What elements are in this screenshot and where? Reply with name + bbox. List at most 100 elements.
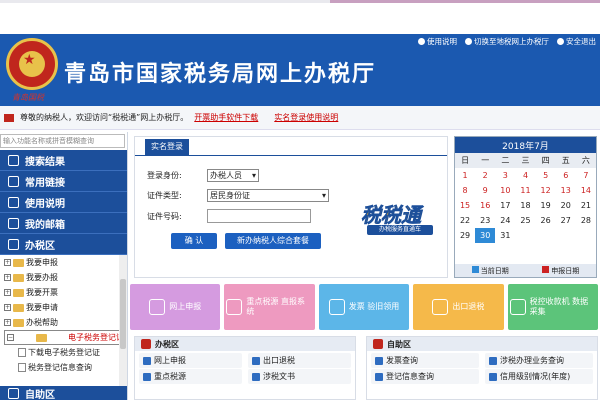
- tree-node-registration-query[interactable]: 税务登记信息查询: [4, 360, 127, 375]
- link-invoice-query[interactable]: 发票查询: [371, 353, 479, 368]
- link-business-query[interactable]: 涉税办理业务查询: [485, 353, 593, 368]
- day-cell[interactable]: 17: [495, 198, 515, 213]
- tree-node-download-cert[interactable]: 下载电子税务登记证: [4, 345, 127, 360]
- day-cell[interactable]: 15: [455, 198, 475, 213]
- confirm-button[interactable]: 确 认: [171, 233, 217, 249]
- day-cell[interactable]: 24: [495, 213, 515, 228]
- legend-current-swatch: [471, 265, 479, 273]
- tab-realname-login[interactable]: 实名登录: [145, 139, 189, 155]
- day-cell[interactable]: 18: [515, 198, 535, 213]
- link-tax-documents[interactable]: 涉税文书: [248, 369, 351, 384]
- search-icon: [489, 356, 497, 365]
- sidebar-item-search-results[interactable]: 搜索结果: [0, 150, 127, 171]
- role-label: 登录身份:: [147, 171, 182, 180]
- role-select[interactable]: 办税人员 ▾: [207, 169, 259, 182]
- day-cell[interactable]: 19: [536, 198, 556, 213]
- sidebar-item-common-links[interactable]: 常用链接: [0, 171, 127, 192]
- day-cell[interactable]: 26: [536, 213, 556, 228]
- link-online-filing[interactable]: 网上申报: [139, 353, 242, 368]
- link-credit-rating[interactable]: 信用级别情况(年度): [485, 369, 593, 384]
- link-registration-query[interactable]: 登记信息查询: [371, 369, 479, 384]
- tree-node-reporting[interactable]: + 我要办报: [4, 270, 127, 285]
- tile-cash-register[interactable]: 税控收款机 数据采集: [507, 284, 599, 330]
- role-select-value: 办税人员: [210, 171, 242, 180]
- tile-online-filing[interactable]: 网上申报: [130, 284, 221, 330]
- realname-guide-link[interactable]: 实名登录使用说明: [274, 112, 338, 123]
- day-cell[interactable]: 6: [556, 168, 576, 183]
- day-cell[interactable]: 29: [455, 228, 475, 243]
- day-cell[interactable]: 1: [455, 168, 475, 183]
- day-cell[interactable]: 9: [475, 183, 495, 198]
- calendar-grid: 日 一 二 三 四 五 六 1 2 3 4 5 6 7 8 9 10 11 12…: [455, 153, 596, 243]
- tree-node-e-registration[interactable]: − 电子税务登记证: [4, 330, 127, 345]
- day-cell[interactable]: 13: [556, 183, 576, 198]
- day-cell[interactable]: 11: [515, 183, 535, 198]
- day-cell[interactable]: 23: [475, 213, 495, 228]
- monitor-icon: [143, 356, 151, 365]
- day-cell[interactable]: 21: [576, 198, 596, 213]
- bar-chart-icon: [328, 299, 345, 315]
- sidebar-item-instructions[interactable]: 使用说明: [0, 192, 127, 213]
- day-cell[interactable]: 12: [536, 183, 556, 198]
- role-row: 登录身份: 办税人员 ▾: [147, 169, 259, 182]
- sidebar-item-self-service[interactable]: 自助区: [0, 386, 127, 400]
- day-cell[interactable]: 2: [475, 168, 495, 183]
- tree-node-invoicing[interactable]: + 我要开票: [4, 285, 127, 300]
- emblem-caption: 青岛国税: [12, 93, 44, 102]
- day-cell[interactable]: 4: [515, 168, 535, 183]
- tax-area-panel-header: 办税区: [135, 337, 355, 351]
- tax-area-panel: 办税区 网上申报 出口退税 重点税源 涉税文书: [134, 336, 356, 400]
- tile-export-rebate[interactable]: 出口退税: [413, 284, 504, 330]
- switch-local-tax-link[interactable]: 切换至地税网上办税厅: [465, 36, 549, 47]
- help-link[interactable]: 使用说明: [418, 36, 457, 47]
- day-cell[interactable]: 3: [495, 168, 515, 183]
- logout-link[interactable]: 安全退出: [557, 36, 596, 47]
- day-cell[interactable]: 8: [455, 183, 475, 198]
- day-cell[interactable]: 16: [475, 198, 495, 213]
- scrollbar-thumb[interactable]: [120, 279, 126, 349]
- day-cell[interactable]: 7: [576, 168, 596, 183]
- top-strip: [0, 0, 600, 34]
- help-icon: [418, 38, 425, 45]
- star-icon: ★: [23, 52, 36, 68]
- legend-filing: 申报日期: [542, 265, 579, 276]
- link-key-tax-source[interactable]: 重点税源: [139, 369, 242, 384]
- day-cell[interactable]: 28: [576, 213, 596, 228]
- folder-icon: [252, 372, 260, 381]
- day-cell[interactable]: 22: [455, 213, 475, 228]
- day-cell-current[interactable]: 30: [475, 228, 496, 243]
- expand-icon: +: [4, 289, 11, 296]
- tree-node-help[interactable]: + 办税帮助: [4, 315, 127, 330]
- expand-icon: +: [4, 319, 11, 326]
- expand-icon: +: [4, 274, 11, 281]
- day-cell[interactable]: 25: [515, 213, 535, 228]
- day-cell[interactable]: 31: [495, 228, 515, 243]
- flag-icon: [4, 113, 14, 122]
- badge-subtitle: 办税服务直通车: [367, 225, 433, 235]
- download-helper-link[interactable]: 开票助手软件下载: [194, 112, 258, 123]
- welcome-bar: 尊敬的纳税人，欢迎访问“税税通”网上办税厅。 开票助手软件下载 实名登录使用说明: [0, 106, 600, 130]
- expand-icon: +: [4, 304, 11, 311]
- tree-scrollbar[interactable]: [119, 255, 127, 386]
- tile-invoice[interactable]: 发票 验旧领用: [318, 284, 410, 330]
- link-export-rebate[interactable]: 出口退税: [248, 353, 351, 368]
- day-cell[interactable]: 10: [495, 183, 515, 198]
- day-cell[interactable]: 20: [556, 198, 576, 213]
- tree-node-label: 我要申请: [26, 303, 58, 312]
- tile-key-tax-source[interactable]: 重点税源 直报系统: [224, 284, 315, 330]
- sidebar-search-input[interactable]: 输入功能名称或拼音模糊查询: [0, 134, 125, 148]
- sidebar-item-mailbox[interactable]: 我的邮箱: [0, 213, 127, 234]
- link-label: 登记信息查询: [386, 372, 434, 381]
- cert-number-input[interactable]: [207, 209, 311, 223]
- new-taxpayer-package-button[interactable]: 新办纳税人综合套餐: [225, 233, 321, 249]
- tree-node-applying[interactable]: + 我要申请: [4, 300, 127, 315]
- printer-icon: [509, 299, 526, 315]
- cert-type-select[interactable]: 居民身份证 ▾: [207, 189, 329, 202]
- tree-node-filing[interactable]: + 我要申报: [4, 255, 127, 270]
- day-cell[interactable]: 5: [536, 168, 556, 183]
- legend-current-label: 当前日期: [480, 266, 509, 275]
- sidebar-item-tax-area[interactable]: 办税区: [0, 234, 127, 255]
- day-cell[interactable]: 27: [556, 213, 576, 228]
- day-cell[interactable]: 14: [576, 183, 596, 198]
- file-icon: [18, 363, 26, 372]
